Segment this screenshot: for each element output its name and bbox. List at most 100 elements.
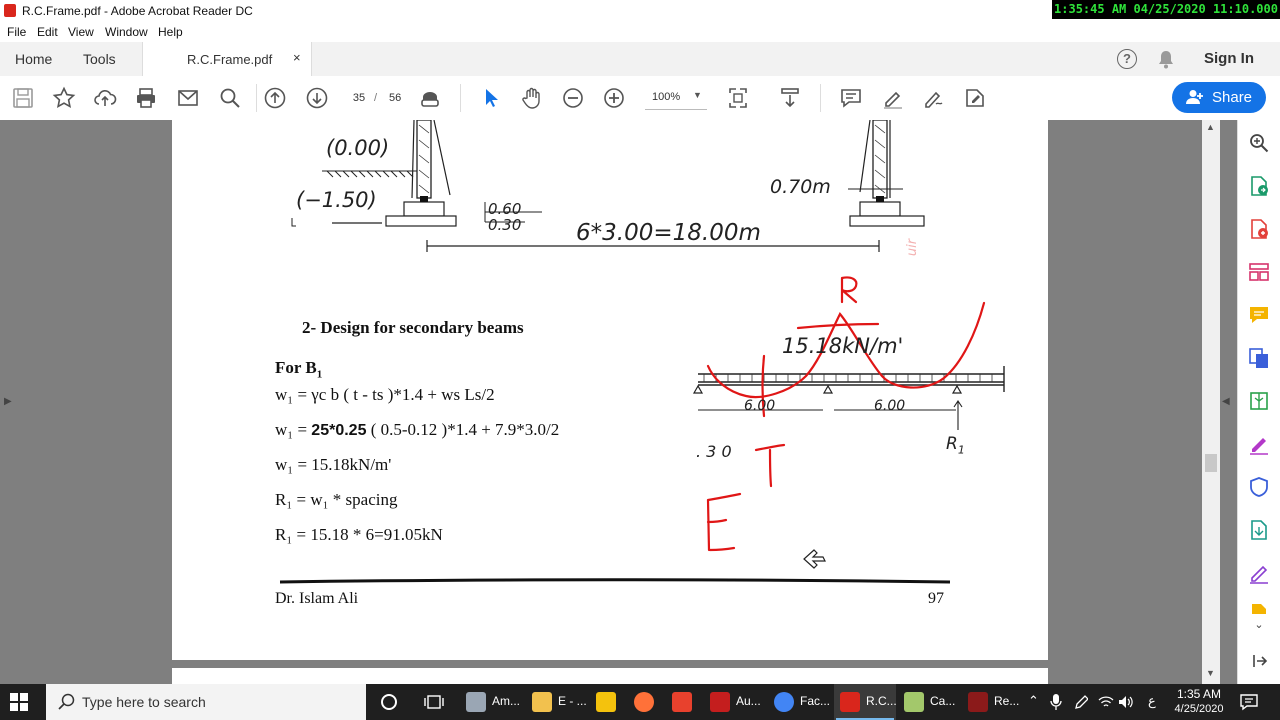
system-time[interactable]: 1:35 AM	[1162, 687, 1236, 701]
recorder-icon	[672, 692, 692, 712]
menu-edit[interactable]: Edit	[37, 25, 58, 39]
player-icon	[596, 692, 616, 712]
sign-icon[interactable]	[922, 86, 946, 110]
print-icon[interactable]	[134, 86, 158, 110]
scroll-mode-icon[interactable]	[778, 86, 802, 110]
more-tools-icon[interactable]	[963, 86, 987, 110]
sign-in-link[interactable]: Sign In	[1204, 50, 1254, 67]
windows-start-icon[interactable]	[10, 693, 28, 711]
zoom-out-icon[interactable]	[561, 86, 585, 110]
notification-bell-icon[interactable]	[1157, 49, 1175, 69]
title-bar: R.C.Frame.pdf - Adobe Acrobat Reader DC …	[0, 0, 1280, 22]
compress-icon[interactable]	[1248, 390, 1270, 412]
collapse-right-panel-icon[interactable]: ◀	[1222, 396, 1230, 407]
search-zoom-icon[interactable]	[218, 86, 242, 110]
select-arrow-icon[interactable]	[480, 86, 504, 110]
menu-help[interactable]: Help	[158, 25, 183, 39]
organize-pages-icon[interactable]	[1248, 261, 1270, 283]
taskbar-search-box[interactable]: Type here to search	[46, 684, 366, 720]
send-for-review-icon[interactable]	[1248, 519, 1270, 541]
microphone-icon[interactable]	[1050, 693, 1062, 711]
taskbar-app-1[interactable]: Am...	[460, 684, 524, 720]
create-pdf-icon[interactable]	[1248, 218, 1270, 240]
cortana-icon[interactable]	[380, 693, 398, 711]
toolbar-divider	[256, 84, 257, 112]
page-separator: /	[374, 92, 378, 104]
close-tab-icon[interactable]: ×	[293, 50, 301, 65]
beam-load-label: 15.18kN/m'	[782, 334, 904, 358]
pen-tray-icon[interactable]	[1074, 694, 1089, 710]
fill-sign-icon[interactable]	[1248, 433, 1270, 455]
pdf-page: (0.00) (−1.50) 0.60 0.30 0.70m 6*3.00=18…	[172, 120, 1048, 660]
menu-view[interactable]: View	[68, 25, 94, 39]
taskbar-app-7[interactable]: Fac...	[768, 684, 832, 720]
protect-icon[interactable]	[1248, 476, 1270, 498]
acrobat-icon	[840, 692, 860, 712]
app-icon	[466, 692, 486, 712]
combine-files-icon[interactable]	[1248, 347, 1270, 369]
tab-document[interactable]: R.C.Frame.pdf ×	[142, 42, 312, 76]
scroll-up-icon[interactable]: ▲	[1206, 122, 1215, 132]
taskbar-app-3[interactable]	[590, 684, 624, 720]
taskbar-app-6[interactable]: Au...	[704, 684, 766, 720]
section-heading: 2- Design for secondary beams	[302, 318, 524, 337]
page-down-icon[interactable]	[305, 86, 329, 110]
highlight-pen-icon[interactable]	[881, 86, 905, 110]
save-icon[interactable]	[11, 86, 35, 110]
comment-icon[interactable]	[839, 86, 863, 110]
menu-file[interactable]: File	[7, 25, 26, 39]
chrome-icon	[774, 692, 794, 712]
scroll-panel-down-icon[interactable]: ⌄	[1248, 618, 1270, 632]
tools-side-panel: ⌄	[1237, 120, 1280, 684]
partial-dimension: . 3 0	[696, 442, 732, 461]
taskbar-app-2[interactable]: E - ...	[526, 684, 587, 720]
hand-icon[interactable]	[520, 86, 544, 110]
page-up-icon[interactable]	[263, 86, 287, 110]
volume-icon[interactable]	[1118, 694, 1134, 710]
for-b1-heading: For B1	[275, 358, 323, 381]
help-icon[interactable]: ?	[1117, 49, 1137, 69]
beam-span-2: 6.00	[874, 398, 906, 414]
taskbar-app-4[interactable]	[628, 684, 662, 720]
scroll-down-icon[interactable]: ▼	[1206, 668, 1215, 678]
tab-tools[interactable]: Tools	[83, 51, 116, 67]
zoom-dropdown[interactable]: 100% ▼	[645, 87, 707, 110]
taskbar-app-5[interactable]	[666, 684, 700, 720]
document-viewport[interactable]: ▶ ◀ (0.00) (−1.50) 0.60 0.30 0.70m 6*3.0…	[0, 120, 1237, 684]
comment-tool-icon[interactable]	[1248, 304, 1270, 326]
search-placeholder: Type here to search	[82, 694, 206, 710]
more-icon[interactable]	[1248, 602, 1270, 614]
page-number-input[interactable]: 35	[346, 89, 372, 107]
share-button[interactable]: Share	[1172, 82, 1266, 113]
span-dimension: 6*3.00=18.00m	[576, 220, 761, 246]
add-person-icon	[1186, 89, 1204, 105]
scrollbar-thumb[interactable]	[1205, 454, 1217, 472]
ink-dropper-icon[interactable]	[418, 86, 442, 110]
tab-bar: Home Tools R.C.Frame.pdf × ? Sign In	[0, 42, 1280, 77]
taskbar-app-8-active[interactable]: R.C...	[834, 684, 897, 720]
taskbar-app-10[interactable]: Re...	[962, 684, 1024, 720]
wifi-icon[interactable]	[1098, 694, 1114, 710]
vertical-scrollbar[interactable]: ▲ ▼	[1202, 120, 1220, 684]
system-date[interactable]: 4/25/2020	[1162, 703, 1236, 715]
level-label-150: (−1.50)	[296, 188, 377, 212]
export-pdf-icon[interactable]	[1248, 175, 1270, 197]
language-indicator[interactable]: ع	[1148, 693, 1156, 709]
action-center-icon[interactable]	[1240, 693, 1258, 711]
autocad-icon	[710, 692, 730, 712]
tray-chevron-up-icon[interactable]: ⌃	[1028, 693, 1039, 709]
zoom-tool-icon[interactable]	[1248, 132, 1270, 154]
email-icon[interactable]	[176, 86, 200, 110]
fit-page-icon[interactable]	[726, 86, 750, 110]
edit-pen-icon[interactable]	[1248, 562, 1270, 584]
menu-window[interactable]: Window	[105, 25, 148, 39]
upload-cloud-icon[interactable]	[93, 86, 117, 110]
zoom-in-icon[interactable]	[602, 86, 626, 110]
collapse-panel-icon[interactable]	[1248, 650, 1270, 672]
taskbar-app-9[interactable]: Ca...	[898, 684, 960, 720]
next-pdf-page	[172, 668, 1048, 684]
task-view-icon[interactable]	[424, 693, 444, 711]
expand-left-panel-icon[interactable]: ▶	[4, 396, 12, 407]
tab-home[interactable]: Home	[15, 51, 52, 67]
bookmark-star-icon[interactable]	[52, 86, 76, 110]
